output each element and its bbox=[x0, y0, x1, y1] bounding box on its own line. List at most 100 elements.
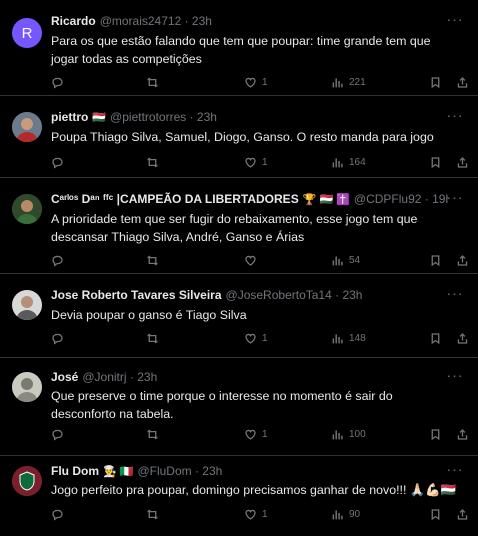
name-badge: 🇭🇺 bbox=[92, 111, 107, 124]
heart-icon bbox=[245, 255, 256, 266]
retweet-button[interactable] bbox=[146, 332, 159, 345]
avatar[interactable] bbox=[12, 112, 42, 142]
share-button[interactable] bbox=[456, 76, 469, 89]
avatar[interactable] bbox=[12, 194, 42, 224]
author-name[interactable]: José bbox=[51, 370, 78, 384]
share-icon bbox=[457, 157, 468, 168]
tweet[interactable]: Flu Dom 👨‍🍳 🇮🇹 @FluDom · 23h ··· Jogo pe… bbox=[0, 456, 478, 536]
retweet-button[interactable] bbox=[146, 76, 159, 89]
like-button[interactable]: 1 bbox=[244, 76, 268, 89]
heart-icon bbox=[245, 509, 256, 520]
share-button[interactable] bbox=[456, 156, 469, 169]
tweet[interactable]: piettro 🇭🇺 @piettrotorres · 23h ··· Poup… bbox=[0, 96, 478, 178]
tweet[interactable]: Jose Roberto Tavares Silveira @JoseRober… bbox=[0, 274, 478, 358]
views-icon bbox=[332, 334, 343, 344]
share-button[interactable] bbox=[456, 428, 469, 441]
author-name[interactable]: Cᵃʳˡᵒˢ Dᵃⁿ ᶠᶠᶜ |CAMPEÃO DA LIBERTADORES bbox=[51, 192, 299, 206]
more-icon[interactable]: ··· bbox=[446, 190, 464, 206]
views-button[interactable]: 90 bbox=[331, 508, 360, 521]
bookmark-button[interactable] bbox=[429, 76, 442, 89]
author-handle[interactable]: @FluDom · 23h bbox=[137, 464, 222, 478]
views-button[interactable]: 148 bbox=[331, 332, 366, 345]
bookmark-icon bbox=[431, 429, 440, 441]
author-handle[interactable]: @JoseRobertoTa14 · 23h bbox=[226, 288, 363, 302]
view-count: 54 bbox=[349, 255, 361, 266]
views-button[interactable]: 54 bbox=[331, 254, 360, 267]
share-button[interactable] bbox=[456, 254, 469, 267]
like-count: 1 bbox=[262, 333, 268, 344]
author-name[interactable]: Jose Roberto Tavares Silveira bbox=[51, 288, 222, 302]
views-button[interactable]: 100 bbox=[331, 428, 366, 441]
more-icon[interactable]: ··· bbox=[446, 12, 464, 28]
author-handle[interactable]: @Jonitrj · 23h bbox=[82, 370, 157, 384]
bookmark-button[interactable] bbox=[429, 508, 442, 521]
view-count: 90 bbox=[349, 509, 361, 520]
share-icon bbox=[457, 255, 468, 266]
tweet-header: José @Jonitrj · 23h bbox=[51, 370, 448, 384]
avatar[interactable] bbox=[12, 372, 42, 402]
share-icon bbox=[457, 333, 468, 344]
views-button[interactable]: 221 bbox=[331, 76, 366, 89]
reply-button[interactable] bbox=[51, 332, 64, 345]
avatar[interactable]: R bbox=[12, 18, 42, 48]
author-handle[interactable]: @CDPFlu92 · 19h bbox=[354, 192, 448, 206]
like-button[interactable]: 1 bbox=[244, 428, 268, 441]
author-name[interactable]: Ricardo bbox=[51, 14, 96, 28]
avatar-photo bbox=[12, 194, 42, 224]
share-icon bbox=[457, 77, 468, 88]
bookmark-button[interactable] bbox=[429, 254, 442, 267]
avatar[interactable] bbox=[12, 290, 42, 320]
author-handle[interactable]: @morais24712 · 23h bbox=[100, 14, 212, 28]
like-button[interactable]: 1 bbox=[244, 508, 268, 521]
like-button[interactable] bbox=[244, 254, 262, 267]
avatar-photo bbox=[12, 290, 42, 320]
view-count: 100 bbox=[349, 429, 366, 440]
bookmark-button[interactable] bbox=[429, 332, 442, 345]
avatar[interactable] bbox=[12, 466, 42, 496]
reply-icon bbox=[52, 509, 63, 521]
share-button[interactable] bbox=[456, 332, 469, 345]
more-icon[interactable]: ··· bbox=[446, 108, 464, 124]
reply-button[interactable] bbox=[51, 76, 64, 89]
bookmark-button[interactable] bbox=[429, 428, 442, 441]
heart-icon bbox=[245, 429, 256, 440]
like-count: 1 bbox=[262, 429, 268, 440]
like-button[interactable]: 1 bbox=[244, 156, 268, 169]
author-handle[interactable]: @piettrotorres · 23h bbox=[110, 110, 217, 124]
tweet-actions: 1 90 bbox=[51, 508, 468, 524]
more-icon[interactable]: ··· bbox=[446, 286, 464, 302]
more-icon[interactable]: ··· bbox=[446, 368, 464, 384]
retweet-button[interactable] bbox=[146, 254, 159, 267]
author-name[interactable]: Flu Dom bbox=[51, 464, 99, 478]
share-button[interactable] bbox=[456, 508, 469, 521]
tweet-actions: 54 bbox=[51, 254, 468, 270]
reply-button[interactable] bbox=[51, 428, 64, 441]
retweet-icon bbox=[147, 255, 158, 266]
retweet-icon bbox=[147, 429, 158, 440]
like-count: 1 bbox=[262, 509, 268, 520]
tweet-text: Que preserve o time porque o interesse n… bbox=[51, 389, 393, 421]
share-icon bbox=[457, 429, 468, 440]
heart-icon bbox=[245, 77, 256, 88]
reply-button[interactable] bbox=[51, 508, 64, 521]
reply-icon bbox=[52, 157, 63, 169]
like-button[interactable]: 1 bbox=[244, 332, 268, 345]
retweet-button[interactable] bbox=[146, 156, 159, 169]
tweet-text: Devia poupar o ganso é Tiago Silva bbox=[51, 308, 247, 322]
author-name[interactable]: piettro bbox=[51, 110, 88, 124]
tweet-header: Ricardo @morais24712 · 23h bbox=[51, 14, 448, 28]
reply-button[interactable] bbox=[51, 156, 64, 169]
tweet[interactable]: José @Jonitrj · 23h ··· Que preserve o t… bbox=[0, 358, 478, 456]
tweet[interactable]: R Ricardo @morais24712 · 23h ··· Para os… bbox=[0, 0, 478, 96]
retweet-icon bbox=[147, 333, 158, 344]
views-button[interactable]: 164 bbox=[331, 156, 366, 169]
bookmark-icon bbox=[431, 157, 440, 169]
retweet-button[interactable] bbox=[146, 508, 159, 521]
more-icon[interactable]: ··· bbox=[446, 462, 464, 478]
reply-button[interactable] bbox=[51, 254, 64, 267]
tweet[interactable]: Cᵃʳˡᵒˢ Dᵃⁿ ᶠᶠᶜ |CAMPEÃO DA LIBERTADORES … bbox=[0, 178, 478, 274]
bookmark-button[interactable] bbox=[429, 156, 442, 169]
tweet-actions: 1 100 bbox=[51, 428, 468, 444]
avatar-photo bbox=[12, 112, 42, 142]
retweet-button[interactable] bbox=[146, 428, 159, 441]
